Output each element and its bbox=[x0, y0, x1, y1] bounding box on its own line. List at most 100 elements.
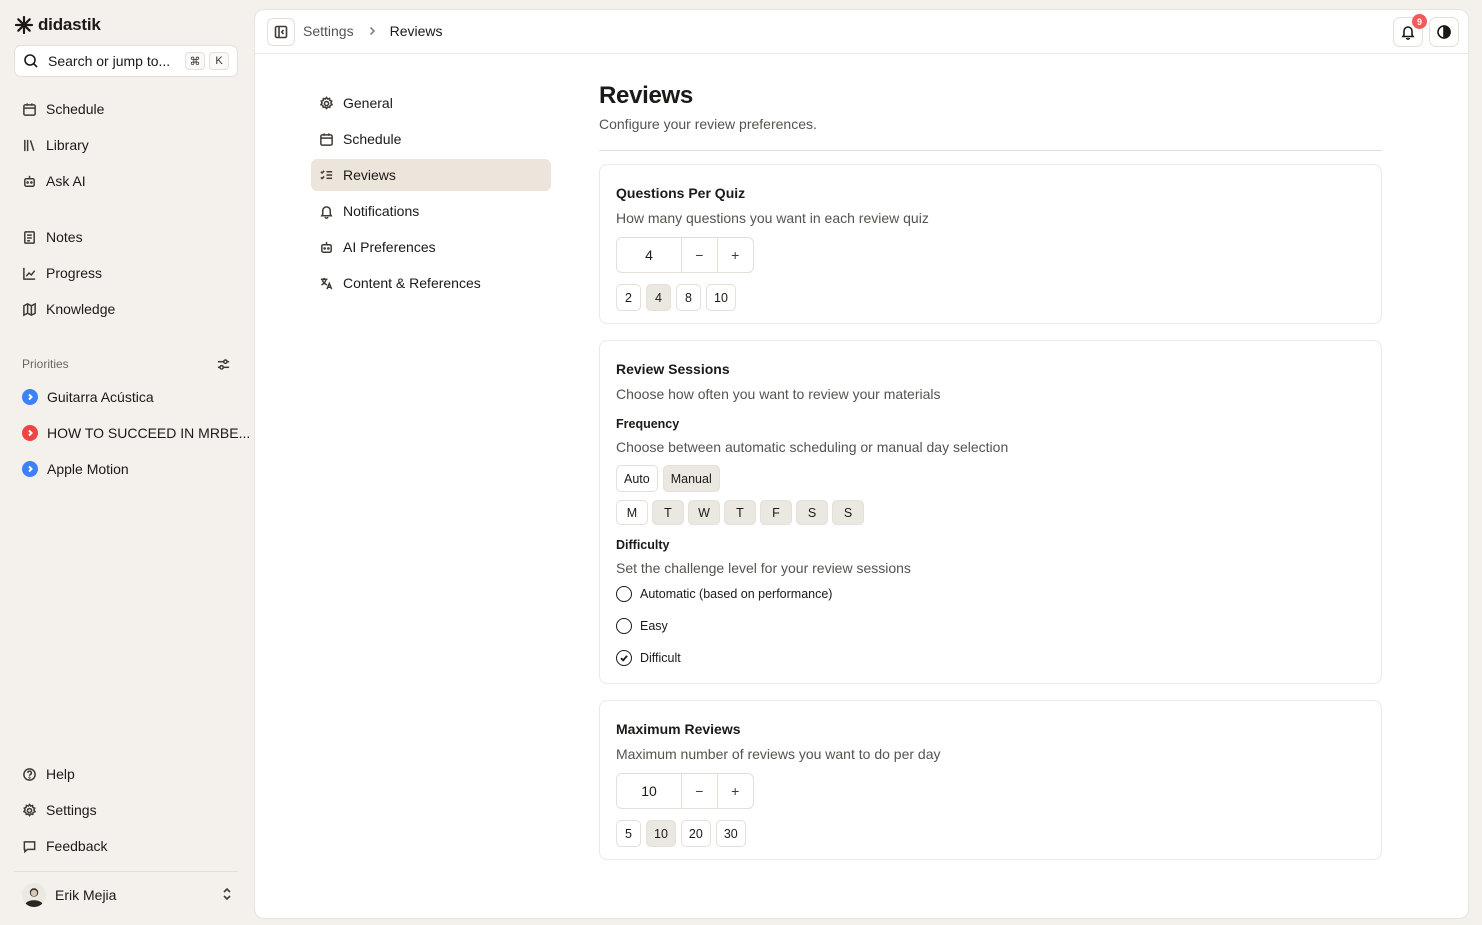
calendar-icon bbox=[320, 132, 333, 146]
preset-chip[interactable]: 10 bbox=[706, 284, 736, 311]
avatar-person-icon bbox=[22, 883, 46, 907]
page-subtitle: Configure your review preferences. bbox=[599, 116, 817, 132]
priority-item[interactable]: Apple Motion bbox=[22, 457, 129, 481]
nav-item-feedback[interactable]: Feedback bbox=[22, 834, 107, 858]
sidebar-toggle-icon bbox=[274, 25, 288, 39]
message-icon bbox=[23, 840, 36, 853]
nav-item-settings[interactable]: Settings bbox=[22, 798, 97, 822]
day-chip-thursday[interactable]: T bbox=[724, 500, 756, 525]
search-input[interactable]: Search or jump to... ⌘ K bbox=[14, 45, 238, 77]
decrement-button[interactable]: − bbox=[682, 774, 718, 808]
frequency-manual-button[interactable]: Manual bbox=[662, 465, 720, 492]
help-icon bbox=[23, 767, 36, 781]
settings-nav-label: Notifications bbox=[343, 203, 420, 219]
gear-icon bbox=[22, 802, 37, 817]
questions-value[interactable]: 4 bbox=[617, 238, 683, 272]
toggle-sidebar-button[interactable] bbox=[267, 18, 295, 46]
settings-nav-content-references[interactable]: Content & References bbox=[311, 267, 551, 299]
difficulty-option-easy[interactable]: Easy bbox=[616, 617, 1365, 635]
day-chip-sunday[interactable]: S bbox=[832, 500, 864, 525]
sidebar: didastik Search or jump to... ⌘ K Schedu… bbox=[0, 0, 252, 925]
preset-chip[interactable]: 8 bbox=[676, 284, 701, 311]
nav-item-notes[interactable]: Notes bbox=[22, 225, 83, 249]
questions-per-quiz-card: Questions Per Quiz How many questions yo… bbox=[599, 164, 1382, 324]
app-logo[interactable]: didastik bbox=[14, 15, 101, 35]
priority-label: Guitarra Acústica bbox=[47, 389, 154, 405]
settings-content: Reviews Configure your review preference… bbox=[599, 80, 1382, 860]
card-description: Choose how often you want to review your… bbox=[616, 386, 941, 402]
day-chip-friday[interactable]: F bbox=[760, 500, 792, 525]
settings-nav-label: Reviews bbox=[343, 167, 396, 183]
settings-nav-label: Schedule bbox=[343, 131, 402, 147]
settings-nav-ai-preferences[interactable]: AI Preferences bbox=[311, 231, 551, 263]
breadcrumb-settings[interactable]: Settings bbox=[303, 23, 354, 39]
settings-nav-schedule[interactable]: Schedule bbox=[311, 123, 551, 155]
day-chip-saturday[interactable]: S bbox=[796, 500, 828, 525]
settings-nav-label: General bbox=[343, 95, 393, 111]
day-chip-monday[interactable]: M bbox=[616, 500, 648, 525]
nav-label: Ask AI bbox=[46, 173, 86, 189]
bot-icon bbox=[24, 175, 35, 187]
day-chip-tuesday[interactable]: T bbox=[652, 500, 684, 525]
avatar bbox=[22, 883, 46, 907]
breadcrumb: Settings Reviews bbox=[303, 23, 443, 39]
radio-label: Automatic (based on performance) bbox=[640, 587, 833, 601]
nav-item-progress[interactable]: Progress bbox=[22, 261, 102, 285]
settings-nav-notifications[interactable]: Notifications bbox=[311, 195, 551, 227]
difficulty-title: Difficulty bbox=[616, 538, 670, 552]
decrement-button[interactable]: − bbox=[682, 238, 718, 272]
preset-chip[interactable]: 2 bbox=[616, 284, 641, 311]
nav-item-help[interactable]: Help bbox=[22, 762, 75, 786]
radio-unchecked[interactable] bbox=[616, 586, 632, 602]
preset-chip[interactable]: 10 bbox=[646, 820, 676, 847]
increment-button[interactable]: + bbox=[718, 774, 753, 808]
chevrons-up-down-icon bbox=[220, 887, 234, 904]
preset-chip[interactable]: 5 bbox=[616, 820, 641, 847]
priority-item[interactable]: HOW TO SUCCEED IN MRBE... bbox=[22, 421, 250, 445]
day-selector: M T W T F S S bbox=[616, 500, 1365, 525]
nav-item-knowledge[interactable]: Knowledge bbox=[22, 297, 115, 321]
sliders-icon bbox=[217, 359, 230, 370]
priority-item[interactable]: Guitarra Acústica bbox=[22, 385, 154, 409]
max-reviews-presets: 5 10 20 30 bbox=[616, 820, 1365, 847]
preset-chip[interactable]: 30 bbox=[715, 820, 746, 847]
nav-item-schedule[interactable]: Schedule bbox=[22, 97, 104, 121]
difficulty-description: Set the challenge level for your review … bbox=[616, 560, 911, 576]
radio-unchecked[interactable] bbox=[616, 618, 632, 634]
theme-toggle-button[interactable] bbox=[1429, 17, 1459, 47]
user-menu[interactable]: Erik Mejia bbox=[22, 883, 234, 907]
page-title: Reviews bbox=[599, 82, 693, 109]
main-panel: Settings Reviews 9 General Schedule Revi… bbox=[254, 9, 1469, 919]
search-icon bbox=[24, 54, 38, 68]
day-chip-wednesday[interactable]: W bbox=[688, 500, 720, 525]
settings-nav-reviews[interactable]: Reviews bbox=[311, 159, 551, 191]
priority-chevron-icon bbox=[22, 389, 38, 405]
preset-chip[interactable]: 4 bbox=[646, 284, 671, 311]
questions-presets: 2 4 8 10 bbox=[616, 284, 1365, 311]
radio-checked[interactable] bbox=[616, 650, 632, 666]
notes-icon bbox=[24, 230, 35, 244]
max-reviews-stepper: 10 − + bbox=[616, 773, 754, 809]
nav-item-library[interactable]: Library bbox=[22, 133, 89, 157]
nav-label: Settings bbox=[46, 802, 97, 818]
review-sessions-card: Review Sessions Choose how often you wan… bbox=[599, 340, 1382, 684]
notifications-button[interactable]: 9 bbox=[1393, 14, 1427, 47]
contrast-icon bbox=[1437, 25, 1451, 39]
difficulty-option-difficult[interactable]: Difficult bbox=[616, 649, 1365, 667]
sidebar-divider bbox=[14, 871, 238, 872]
nav-label: Notes bbox=[46, 229, 83, 245]
search-label: Search or jump to... bbox=[48, 53, 171, 69]
nav-label: Knowledge bbox=[46, 301, 116, 317]
priorities-settings-button[interactable] bbox=[216, 357, 232, 373]
difficulty-option-automatic[interactable]: Automatic (based on performance) bbox=[616, 585, 1365, 603]
settings-nav-general[interactable]: General bbox=[311, 87, 551, 119]
chevron-right-icon bbox=[366, 25, 378, 37]
max-reviews-value[interactable]: 10 bbox=[617, 774, 683, 808]
increment-button[interactable]: + bbox=[718, 238, 753, 272]
gear-icon bbox=[319, 95, 334, 110]
frequency-auto-button[interactable]: Auto bbox=[616, 465, 658, 492]
nav-item-ask-ai[interactable]: Ask AI bbox=[22, 169, 86, 193]
preset-chip[interactable]: 20 bbox=[680, 820, 711, 847]
divider bbox=[599, 150, 1382, 151]
kbd-command: ⌘ bbox=[185, 52, 205, 70]
